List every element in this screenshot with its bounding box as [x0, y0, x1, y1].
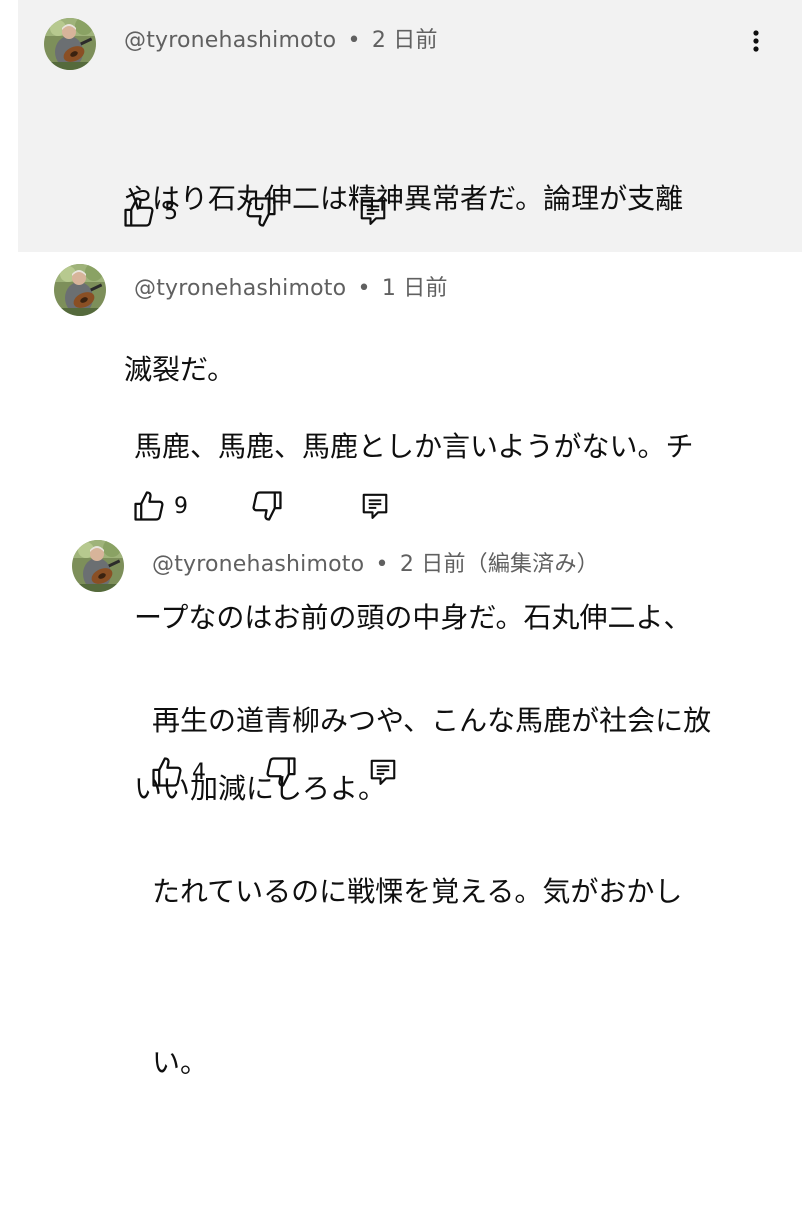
dislike-button[interactable]	[250, 486, 284, 526]
like-button[interactable]: 9	[132, 486, 188, 526]
reply-comment-icon	[368, 757, 398, 787]
like-button[interactable]: 5	[122, 192, 178, 232]
comment-line: たれているのに戦慄を覚える。気がおかし	[152, 875, 683, 908]
thumbs-down-icon	[244, 195, 278, 229]
avatar[interactable]	[72, 540, 124, 592]
dislike-button[interactable]	[264, 752, 298, 792]
reply-comment-icon	[360, 491, 390, 521]
like-button[interactable]: 4	[150, 752, 206, 792]
author-name[interactable]: @tyronehashimoto	[124, 28, 336, 53]
author-name[interactable]: @tyronehashimoto	[134, 276, 346, 301]
comment-time: 2 日前	[371, 28, 438, 53]
separator-dot: •	[347, 28, 361, 53]
reply-button[interactable]	[360, 486, 390, 526]
like-count: 4	[192, 759, 206, 785]
thumbs-down-icon	[264, 755, 298, 789]
comment-time: 1 日前	[381, 276, 448, 301]
comment-actions: 9	[132, 486, 432, 526]
reply-button[interactable]	[368, 752, 398, 792]
avatar[interactable]	[54, 264, 106, 316]
more-vertical-icon[interactable]	[748, 22, 764, 62]
separator-dot: •	[357, 276, 371, 301]
comment-header: @tyronehashimoto • 2 日前（編集済み）	[152, 546, 599, 578]
comment-time: 2 日前（編集済み）	[399, 552, 599, 577]
comment-header: @tyronehashimoto • 1 日前	[134, 270, 448, 302]
comment-actions: 4	[150, 752, 450, 792]
reply-comment: @tyronehashimoto • 1 日前 馬鹿、馬鹿、馬鹿としか言いようが…	[0, 252, 802, 805]
author-name[interactable]: @tyronehashimoto	[152, 552, 364, 577]
reply-comment: @tyronehashimoto • 2 日前（編集済み） 再生の道青柳みつや、…	[0, 530, 802, 1079]
reply-comment-icon	[358, 197, 388, 227]
like-count: 5	[164, 199, 178, 225]
thumbs-down-icon	[250, 489, 284, 523]
avatar[interactable]	[44, 18, 96, 70]
comment-header: @tyronehashimoto • 2 日前	[124, 22, 438, 54]
reply-button[interactable]	[358, 192, 388, 232]
comment-thread-top: @tyronehashimoto • 2 日前 やはり石丸伸二は精神異常者だ。論…	[18, 0, 802, 386]
comment-line: 再生の道青柳みつや、こんな馬鹿が社会に放	[152, 704, 712, 737]
thumbs-up-icon	[132, 489, 166, 523]
thumbs-up-icon	[150, 755, 184, 789]
comment-actions: 5	[122, 192, 422, 232]
like-count: 9	[174, 493, 188, 519]
comment-line: 馬鹿、馬鹿、馬鹿としか言いようがない。チ	[134, 430, 694, 463]
thumbs-up-icon	[122, 195, 156, 229]
comment-text: 再生の道青柳みつや、こんな馬鹿が社会に放 たれているのに戦慄を覚える。気がおかし…	[152, 578, 711, 1205]
comment-line: い。	[152, 1046, 209, 1079]
dislike-button[interactable]	[244, 192, 278, 232]
separator-dot: •	[375, 552, 389, 577]
